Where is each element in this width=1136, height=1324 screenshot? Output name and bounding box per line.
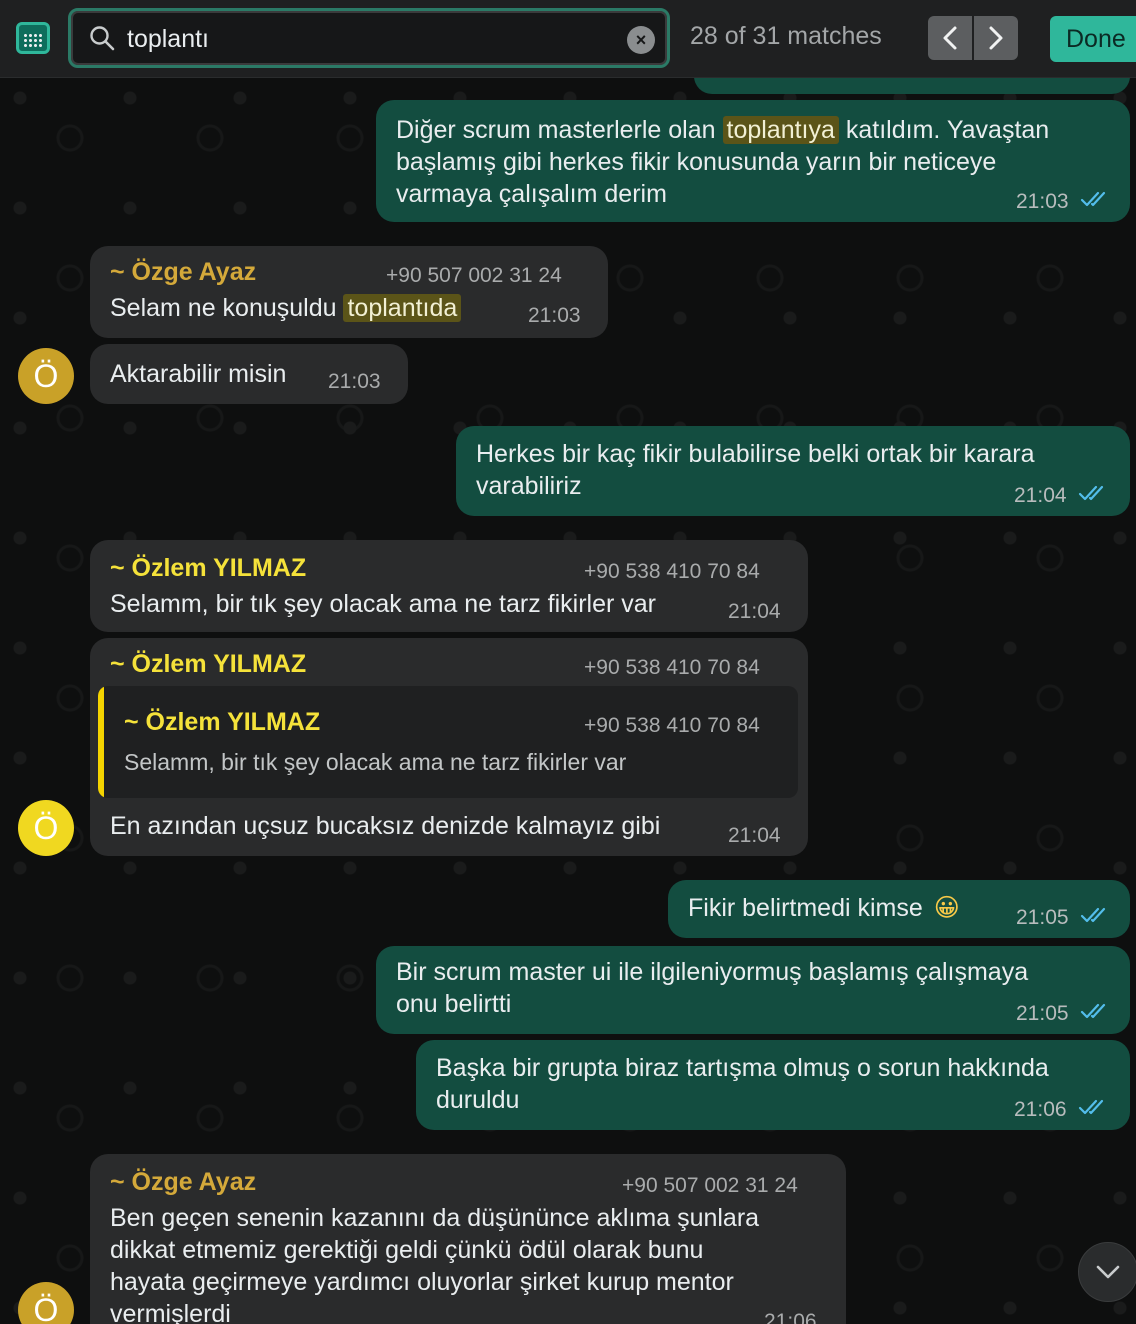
message-bubble-outgoing[interactable]: Fikir belirtmedi kimse 😀 21:05 (668, 880, 1130, 938)
message-time: 21:04 (728, 600, 781, 623)
message-text: dikkat etmemiz gerektiği geldi çünkü ödü… (110, 1236, 704, 1264)
quoted-sender-phone: +90 538 410 70 84 (584, 714, 760, 737)
grinning-face-emoji: 😀 (933, 894, 960, 922)
message-text: katıldım. Yavaştan (838, 116, 1050, 144)
message-time: 21:06 (764, 1310, 817, 1324)
message-text: Aktarabilir misin (110, 360, 287, 388)
message-text: Bir scrum master ui ile ilgileniyormuş b… (396, 958, 1029, 986)
message-time: 21:04 (728, 824, 781, 847)
double-check-icon (1078, 1099, 1104, 1115)
message-text: Fikir belirtmedi kimse (688, 894, 923, 922)
message-time: 21:04 (1014, 484, 1067, 507)
message-text: En azından uçsuz bucaksız denizde kalmay… (110, 812, 661, 840)
avatar[interactable]: Ö (18, 800, 74, 856)
avatar[interactable]: Ö (18, 1282, 74, 1324)
avatar[interactable]: Ö (18, 348, 74, 404)
message-time: 21:03 (328, 370, 381, 393)
message-time: 21:06 (1014, 1098, 1067, 1121)
double-check-icon (1078, 485, 1104, 501)
chevron-right-icon (989, 26, 1003, 50)
sender-name[interactable]: ~ Özge Ayaz (110, 256, 256, 288)
message-time: 21:03 (528, 304, 581, 327)
sender-name[interactable]: ~ Özge Ayaz (110, 1166, 256, 1198)
message-bubble-partial (694, 78, 1130, 94)
message-text: Herkes bir kaç fikir bulabilirse belki o… (476, 440, 1035, 468)
message-text: Başka bir grupta biraz tartışma olmuş o … (436, 1054, 1049, 1082)
message-text: varmaya çalışalım derim (396, 180, 667, 208)
message-text: Selam ne konuşuldu (110, 294, 344, 322)
sender-name[interactable]: ~ Özlem YILMAZ (110, 552, 306, 584)
done-button[interactable]: Done (1050, 16, 1136, 62)
scroll-to-bottom-button[interactable] (1078, 1242, 1136, 1302)
search-box[interactable]: × (68, 8, 670, 68)
message-bubble-outgoing[interactable]: Bir scrum master ui ile ilgileniyormuş b… (376, 946, 1130, 1034)
chevron-down-icon (1096, 1265, 1120, 1279)
sender-phone: +90 538 410 70 84 (584, 560, 760, 583)
double-check-icon (1080, 191, 1106, 207)
message-bubble-incoming[interactable]: ~ Özlem YILMAZ +90 538 410 70 84 Selamm,… (90, 540, 808, 632)
sender-phone: +90 507 002 31 24 (622, 1174, 798, 1197)
double-check-icon (1080, 1003, 1106, 1019)
message-text: Diğer scrum masterlerle olan (396, 116, 723, 144)
message-text: başlamış gibi herkes fikir konusunda yar… (396, 148, 997, 176)
message-bubble-incoming[interactable]: ~ Özge Ayaz +90 507 002 31 24 Selam ne k… (90, 246, 608, 338)
message-bubble-incoming[interactable]: ~ Özlem YILMAZ +90 538 410 70 84 ~ Özlem… (90, 638, 808, 856)
message-bubble-incoming[interactable]: Aktarabilir misin 21:03 (90, 344, 408, 404)
search-icon (90, 26, 115, 51)
message-text: onu belirtti (396, 990, 512, 1018)
message-bubble-incoming[interactable]: ~ Özge Ayaz +90 507 002 31 24 Ben geçen … (90, 1154, 846, 1324)
message-time: 21:05 (1016, 906, 1069, 929)
quoted-sender-name: ~ Özlem YILMAZ (124, 708, 321, 736)
sender-phone: +90 538 410 70 84 (584, 656, 760, 679)
message-text: varabiliriz (476, 472, 582, 500)
quoted-message[interactable]: ~ Özlem YILMAZ +90 538 410 70 84 Selamm,… (98, 686, 798, 798)
next-match-button[interactable] (974, 16, 1018, 60)
search-input[interactable] (127, 24, 607, 54)
quote-bar (98, 686, 104, 798)
match-count: 28 of 31 matches (690, 22, 882, 50)
quoted-text: Selamm, bir tık şey olacak ama ne tarz f… (124, 749, 627, 775)
message-bubble-outgoing[interactable]: Başka bir grupta biraz tartışma olmuş o … (416, 1040, 1130, 1130)
calendar-icon[interactable] (16, 22, 50, 54)
chevron-left-icon (943, 26, 957, 50)
message-text: hayata geçirmeye yardımcı oluyorlar şirk… (110, 1268, 734, 1296)
search-highlight: toplantıya (722, 116, 839, 144)
chat-area[interactable]: Diğer scrum masterlerle olan toplantıya … (0, 78, 1136, 1324)
search-toolbar: × 28 of 31 matches Done (0, 0, 1136, 78)
sender-name[interactable]: ~ Özlem YILMAZ (110, 648, 306, 680)
double-check-icon (1080, 907, 1106, 923)
previous-match-button[interactable] (928, 16, 972, 60)
clear-icon[interactable]: × (627, 26, 655, 54)
message-text: duruldu (436, 1086, 520, 1114)
message-time: 21:05 (1016, 1002, 1069, 1025)
message-time: 21:03 (1016, 190, 1069, 213)
message-text: Ben geçen senenin kazanını da düşününce … (110, 1204, 760, 1232)
message-bubble-outgoing[interactable]: Herkes bir kaç fikir bulabilirse belki o… (456, 426, 1130, 516)
message-text: Selamm, bir tık şey olacak ama ne tarz f… (110, 590, 656, 618)
search-highlight: toplantıda (343, 294, 462, 322)
sender-phone: +90 507 002 31 24 (386, 264, 562, 287)
message-text: vermişlerdi (110, 1300, 231, 1324)
message-bubble-outgoing[interactable]: Diğer scrum masterlerle olan toplantıya … (376, 100, 1130, 222)
